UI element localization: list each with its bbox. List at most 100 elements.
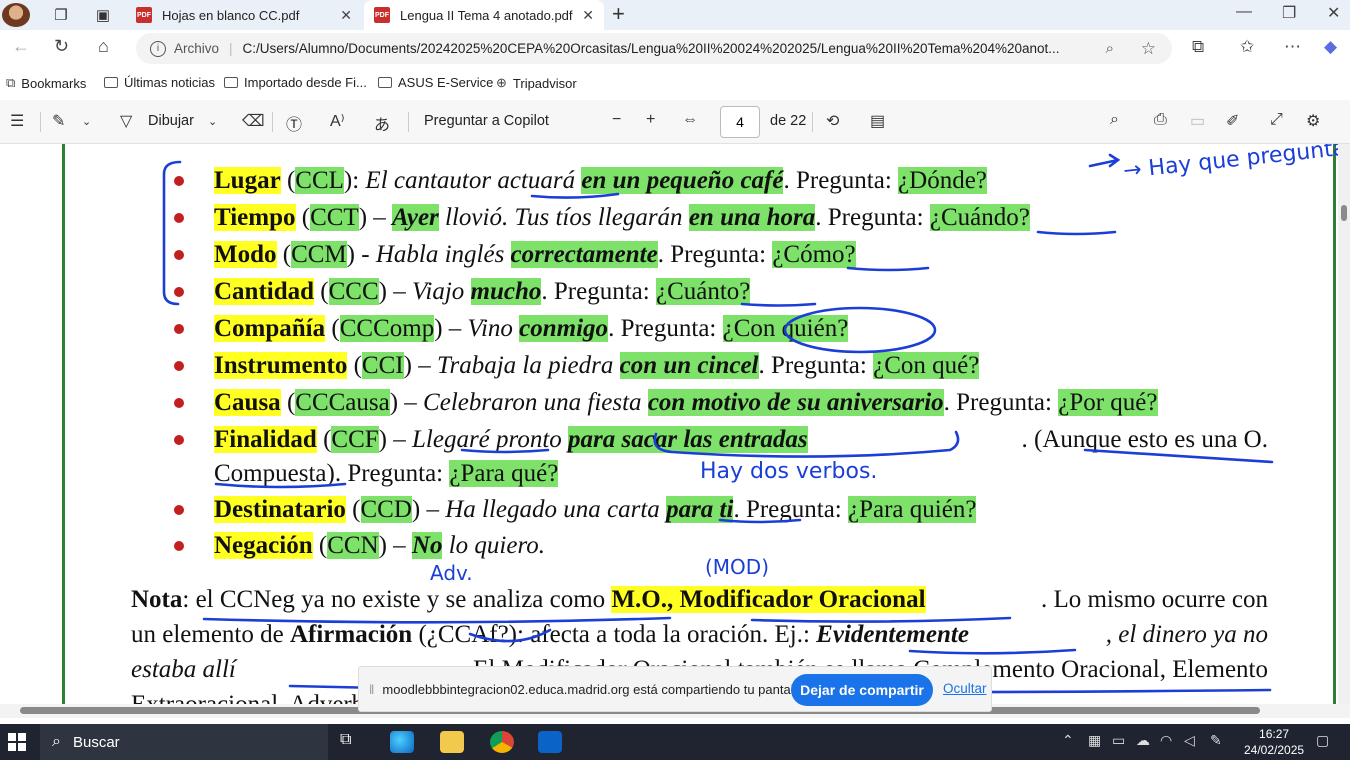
bookmark-label: Últimas noticias: [124, 75, 216, 90]
highlight-icon[interactable]: ✎: [52, 111, 65, 131]
zoom-icon[interactable]: ⌕: [1106, 40, 1114, 57]
close-tab-icon[interactable]: ✕: [582, 7, 594, 24]
windows-start-icon[interactable]: [8, 733, 26, 751]
fullscreen-icon[interactable]: ⤢: [1270, 111, 1283, 129]
screen-share-banner: ‖ moodlebbbintegracion02.educa.madrid.or…: [358, 666, 992, 712]
pdf-toolbar: [0, 100, 1350, 144]
bullet-icon: [174, 398, 184, 408]
separator: [272, 112, 273, 132]
hide-link[interactable]: Ocultar: [943, 681, 987, 696]
zoom-in-icon[interactable]: +: [646, 111, 655, 129]
edge-icon[interactable]: [390, 731, 414, 753]
folder-icon: [104, 77, 118, 88]
tab-title: Lengua II Tema 4 anotado.pdf: [400, 7, 573, 23]
workspaces-icon[interactable]: ❐: [50, 4, 72, 26]
bookmark-bookmarks[interactable]: ⧉ Bookmarks: [6, 75, 86, 91]
settings-more-icon[interactable]: ⋯: [1284, 37, 1301, 57]
maximize-button[interactable]: ❐: [1282, 3, 1296, 23]
chevron-down-icon[interactable]: ⌄: [208, 115, 217, 128]
close-tab-icon[interactable]: ✕: [340, 7, 352, 24]
rotate-icon[interactable]: ⟲: [826, 111, 839, 131]
tab-actions-icon[interactable]: ▣: [92, 4, 114, 26]
bookmark-tripadvisor[interactable]: ⊕ Tripadvisor: [496, 75, 577, 91]
text-box-icon[interactable]: Ⓣ: [286, 111, 302, 135]
volume-icon[interactable]: ◁: [1184, 732, 1195, 749]
print-icon[interactable]: ⎙: [1154, 111, 1167, 129]
bookmark-label: Bookmarks: [21, 75, 87, 91]
fit-page-icon[interactable]: ⇔: [682, 111, 698, 129]
bookmark-noticias[interactable]: Últimas noticias: [104, 75, 215, 90]
translate-icon[interactable]: あ: [374, 111, 390, 135]
device-icon[interactable]: ▭: [1112, 732, 1125, 749]
keyboard-icon[interactable]: ▦: [1088, 732, 1101, 749]
bookmark-asus[interactable]: ASUS E-Service: [378, 75, 493, 90]
info-icon[interactable]: i: [150, 40, 166, 57]
ask-copilot-button[interactable]: Preguntar a Copilot: [424, 113, 549, 129]
separator: [408, 112, 409, 132]
stop-sharing-button[interactable]: Dejar de compartir: [791, 674, 933, 706]
chrome-icon[interactable]: [490, 731, 514, 753]
search-icon[interactable]: ⌕: [1110, 111, 1119, 129]
pdf-viewer[interactable]: Lugar (CCL): El cantautor actuará en un …: [0, 144, 1338, 704]
tab-lengua[interactable]: PDF Lengua II Tema 4 anotado.pdf ✕: [364, 0, 604, 30]
pdf-settings-icon[interactable]: ⚙: [1306, 111, 1320, 131]
tab-hojas[interactable]: PDF Hojas en blanco CC.pdf ✕: [126, 0, 362, 30]
tray-overflow-icon[interactable]: ⌃: [1062, 732, 1074, 749]
wifi-icon[interactable]: ◠: [1160, 732, 1172, 749]
new-tab-button[interactable]: +: [612, 1, 625, 27]
zoom-out-icon[interactable]: −: [612, 111, 621, 129]
task-view-icon[interactable]: ⧉: [340, 731, 364, 753]
close-window-button[interactable]: ✕: [1327, 3, 1340, 23]
page-number-input[interactable]: 4: [720, 106, 760, 138]
bookmark-importado[interactable]: Importado desde Fi...: [224, 75, 367, 90]
note-line: Nota: el CCNeg ya no existe y se analiza…: [131, 586, 1268, 613]
list-item: Destinatario (CCD) – Ha llegado una cart…: [214, 496, 977, 523]
list-item-continued: Compuesta). Pregunta: ¿Para qué?: [214, 460, 559, 487]
list-item: Compañía (CCComp) – Vino conmigo. Pregun…: [214, 315, 849, 342]
bullet-icon: [174, 287, 184, 297]
copilot-icon[interactable]: ◆: [1324, 37, 1337, 57]
notifications-icon[interactable]: ▢: [1316, 732, 1329, 749]
contents-icon[interactable]: ☰: [10, 111, 24, 131]
search-icon: ⌕: [52, 733, 61, 750]
vertical-scrollbar[interactable]: [1338, 144, 1350, 704]
back-button[interactable]: ←: [12, 36, 30, 57]
list-item: Finalidad (CCF) – Llegaré pronto para sa…: [214, 426, 1268, 453]
read-aloud-icon[interactable]: A⁾: [330, 111, 345, 131]
save-as-icon[interactable]: ✐: [1226, 111, 1239, 131]
taskbar-search[interactable]: ⌕ Buscar: [40, 724, 328, 760]
pdf-page: Lugar (CCL): El cantautor actuará en un …: [0, 144, 1338, 704]
save-icon: ▭: [1190, 113, 1206, 130]
clock[interactable]: 16:27 24/02/2025: [1244, 726, 1304, 758]
page-view-icon[interactable]: ▤: [870, 111, 885, 131]
minimize-button[interactable]: —: [1236, 3, 1252, 21]
eraser-icon[interactable]: ⌫: [242, 111, 265, 131]
draw-label[interactable]: Dibujar: [148, 113, 194, 129]
url-text[interactable]: C:/Users/Alumno/Documents/20242025%20CEP…: [243, 41, 1083, 56]
list-item: Cantidad (CCC) – Viajo mucho. Pregunta: …: [214, 278, 751, 305]
separator: [812, 112, 813, 132]
list-item: Negación (CCN) – No lo quiero.: [214, 532, 546, 559]
reload-button[interactable]: ↻: [54, 36, 69, 57]
file-explorer-icon[interactable]: [440, 731, 464, 753]
draw-icon[interactable]: ▽: [120, 111, 132, 131]
onedrive-icon[interactable]: ☁: [1136, 732, 1150, 749]
chevron-down-icon[interactable]: ⌄: [82, 115, 91, 128]
drag-handle-icon[interactable]: ‖: [369, 682, 374, 697]
globe-icon: ⊕: [496, 75, 507, 90]
favorites-icon[interactable]: ✩: [1240, 37, 1254, 57]
folder-icon: [378, 77, 392, 88]
favorite-star-icon[interactable]: ☆: [1141, 39, 1156, 59]
address-separator: |: [229, 41, 233, 56]
profile-avatar[interactable]: [2, 3, 30, 27]
pen-icon[interactable]: ✎: [1210, 732, 1222, 749]
extensions-icon[interactable]: ⧉: [1192, 37, 1204, 57]
address-bar[interactable]: i Archivo | C:/Users/Alumno/Documents/20…: [136, 33, 1172, 64]
vertical-scroll-thumb[interactable]: [1341, 205, 1347, 221]
outlook-icon[interactable]: [538, 731, 562, 753]
protocol-label: Archivo: [174, 41, 220, 56]
tab-title: Hojas en blanco CC.pdf: [162, 7, 300, 23]
note-line: un elemento de Afirmación (¿CCAf?): afec…: [131, 621, 1268, 648]
pdf-icon: PDF: [136, 7, 152, 23]
home-button[interactable]: ⌂: [98, 36, 109, 57]
